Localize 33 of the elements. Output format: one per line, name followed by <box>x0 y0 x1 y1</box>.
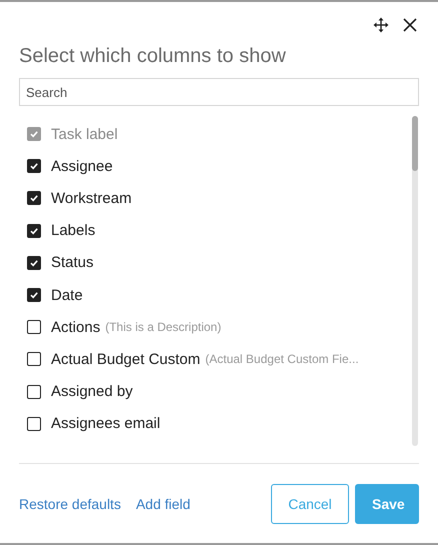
column-label[interactable]: Assignees email <box>51 415 160 432</box>
column-label[interactable]: Assignee <box>51 158 113 175</box>
column-label[interactable]: Assigned by <box>51 383 133 400</box>
checkmark-icon <box>29 290 39 300</box>
checkmark-icon <box>29 161 39 172</box>
dialog-title: Select which columns to show <box>19 44 287 68</box>
column-label[interactable]: Actions <box>51 318 100 336</box>
column-label[interactable]: Date <box>51 286 83 304</box>
checkbox[interactable] <box>27 256 41 270</box>
column-label[interactable]: Status <box>51 254 94 272</box>
close-icon[interactable] <box>403 18 417 32</box>
checkbox[interactable] <box>27 288 41 302</box>
checkbox[interactable] <box>27 320 41 334</box>
checkmark-icon <box>29 226 39 236</box>
scrollbar[interactable] <box>412 116 418 446</box>
checkbox[interactable] <box>27 352 41 366</box>
move-icon[interactable] <box>373 17 389 33</box>
checkbox[interactable] <box>27 159 41 174</box>
checkbox[interactable] <box>27 416 41 431</box>
checkbox[interactable] <box>27 384 41 399</box>
checkbox[interactable] <box>27 191 41 206</box>
column-label[interactable]: Workstream <box>51 190 132 207</box>
column-description: (This is a Description) <box>105 320 222 334</box>
checkmark-icon <box>29 258 39 268</box>
checkmark-icon <box>29 129 39 140</box>
checkmark-icon <box>29 193 39 204</box>
footer-link[interactable]: Restore defaults <box>19 496 121 512</box>
footer-link[interactable]: Add field <box>136 496 190 512</box>
search-field[interactable]: Search <box>19 78 419 106</box>
column-label[interactable]: Labels <box>51 222 96 240</box>
column-label[interactable]: Actual Budget Custom <box>51 350 200 368</box>
checkbox[interactable] <box>27 224 41 238</box>
column-description: (Actual Budget Custom Fie... <box>205 352 359 366</box>
